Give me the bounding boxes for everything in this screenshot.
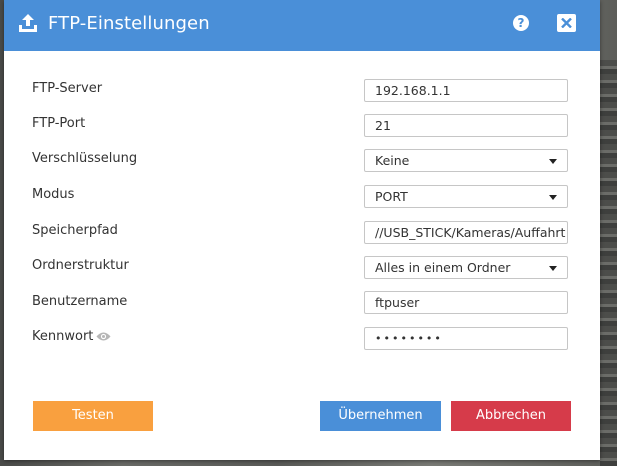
encryption-label: Verschlüsselung xyxy=(32,151,138,166)
eye-icon[interactable] xyxy=(96,330,111,348)
test-button[interactable]: Testen xyxy=(33,401,153,431)
ftp-port-label: FTP-Port xyxy=(32,116,86,131)
folder-structure-select[interactable]: Alles in einem Ordner xyxy=(364,256,568,279)
password-label-row: Kennwort xyxy=(32,328,111,348)
dialog-title: FTP-Einstellungen xyxy=(48,13,210,34)
ftp-port-input[interactable]: 21 xyxy=(364,114,568,137)
ftp-server-label: FTP-Server xyxy=(32,81,103,96)
username-label: Benutzername xyxy=(32,294,128,309)
mode-select[interactable]: PORT xyxy=(364,185,568,208)
mode-select-value: PORT xyxy=(375,189,408,204)
password-label: Kennwort xyxy=(32,329,94,344)
dialog-titlebar: FTP-Einstellungen ? xyxy=(4,0,600,51)
encryption-select-value: Keine xyxy=(375,153,410,168)
storage-path-label: Speicherpfad xyxy=(32,223,118,238)
background-stripe xyxy=(600,60,617,466)
close-icon[interactable] xyxy=(557,14,576,32)
chevron-down-icon xyxy=(549,195,557,200)
cancel-button[interactable]: Abbrechen xyxy=(451,401,571,431)
folder-structure-select-value: Alles in einem Ordner xyxy=(375,260,511,275)
encryption-select[interactable]: Keine xyxy=(364,149,568,172)
folder-structure-label: Ordnerstruktur xyxy=(32,258,129,273)
apply-button[interactable]: Übernehmen xyxy=(320,401,441,431)
password-input[interactable]: •••••••• xyxy=(364,327,568,350)
ftp-server-input[interactable]: 192.168.1.1 xyxy=(364,79,568,102)
mode-label: Modus xyxy=(32,187,75,202)
upload-icon xyxy=(17,12,39,34)
ftp-settings-dialog: FTP-Einstellungen ? FTP-Server 192.168.1… xyxy=(4,0,600,460)
username-input[interactable]: ftpuser xyxy=(364,291,568,314)
chevron-down-icon xyxy=(549,266,557,271)
storage-path-input[interactable]: //USB_STICK/Kameras/Auffahrt xyxy=(364,221,568,244)
chevron-down-icon xyxy=(549,159,557,164)
help-icon[interactable]: ? xyxy=(513,15,529,31)
